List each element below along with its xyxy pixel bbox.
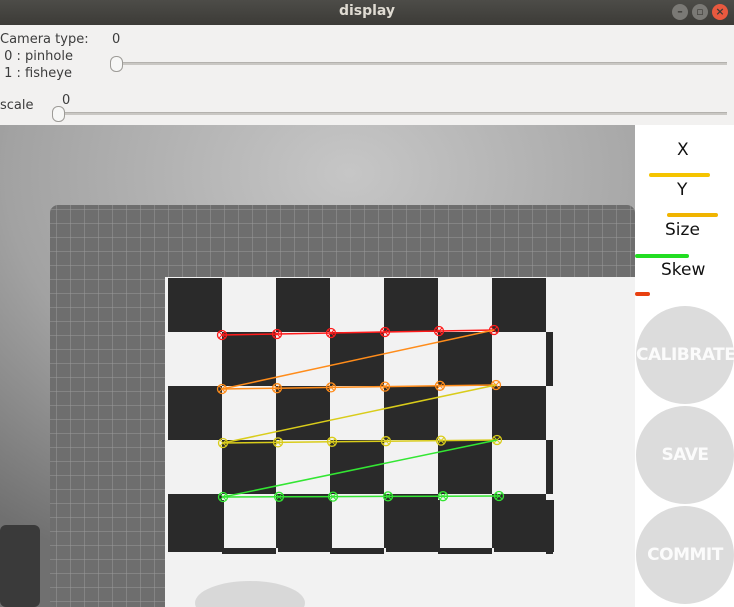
camera-view bbox=[0, 125, 635, 607]
metric-y-bar bbox=[667, 213, 718, 217]
scale-label: scale bbox=[0, 98, 34, 113]
trackbar-panel: Camera type: 0 : pinhole 1 : fisheye 0 s… bbox=[0, 25, 734, 125]
maximize-icon[interactable]: ▫ bbox=[692, 4, 708, 20]
scale-slider-track[interactable] bbox=[55, 112, 727, 115]
camera-type-slider-thumb[interactable] bbox=[110, 56, 123, 72]
calibrate-button[interactable]: CALIBRATE bbox=[636, 306, 734, 404]
scale-value: 0 bbox=[62, 93, 71, 108]
camera-type-label: Camera type: bbox=[0, 32, 89, 47]
metric-x-bar bbox=[649, 173, 710, 177]
metric-y-label: Y bbox=[677, 180, 688, 200]
metric-size-bar bbox=[635, 254, 689, 258]
metric-size-label: Size bbox=[665, 220, 700, 240]
detected-row-line bbox=[222, 495, 500, 498]
window-title: display bbox=[338, 3, 396, 19]
camera-type-value: 0 bbox=[112, 32, 121, 47]
camera-type-options: 0 : pinhole 1 : fisheye bbox=[4, 49, 73, 81]
metric-skew-label: Skew bbox=[661, 260, 706, 280]
close-icon[interactable]: × bbox=[712, 4, 728, 20]
camera-feed-image bbox=[0, 125, 635, 607]
minimize-icon[interactable]: – bbox=[672, 4, 688, 20]
title-bar: display – ▫ × bbox=[0, 0, 734, 25]
metric-x-label: X bbox=[677, 140, 689, 160]
camera-type-slider-track[interactable] bbox=[113, 62, 727, 65]
commit-button[interactable]: COMMIT bbox=[636, 506, 734, 604]
scale-slider-thumb[interactable] bbox=[52, 106, 65, 122]
save-button[interactable]: SAVE bbox=[636, 406, 734, 504]
metric-skew-bar bbox=[635, 292, 650, 296]
